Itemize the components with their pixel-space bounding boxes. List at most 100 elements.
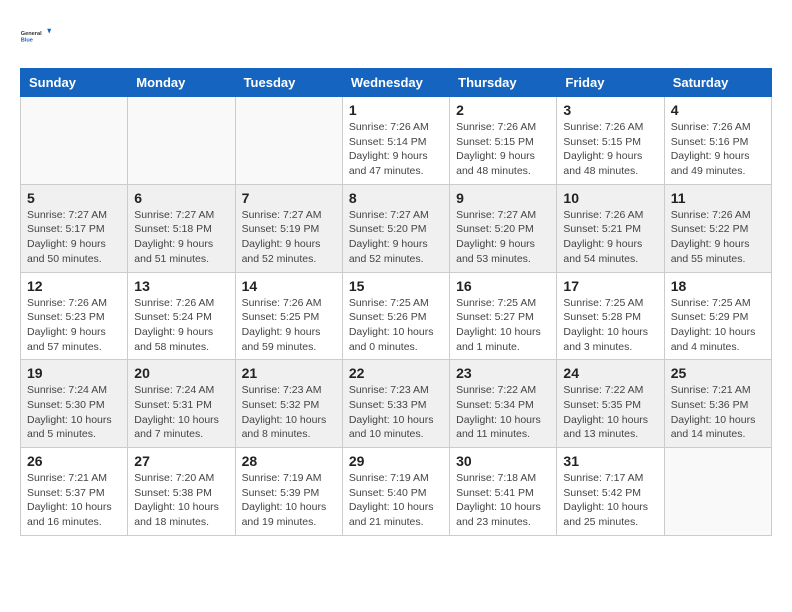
- calendar-cell: [664, 448, 771, 536]
- calendar-cell: 5Sunrise: 7:27 AM Sunset: 5:17 PM Daylig…: [21, 184, 128, 272]
- day-number: 14: [242, 278, 336, 294]
- calendar-week-row: 26 Sunrise: 7:21 AM Sunset: 5:37 PM Dayli…: [21, 448, 772, 536]
- calendar-cell: 20 Sunrise: 7:24 AM Sunset: 5:31 PM Dayli…: [128, 360, 235, 448]
- day-number: 25: [671, 365, 765, 381]
- day-number: 3: [563, 102, 657, 118]
- calendar-cell: 30 Sunrise: 7:18 AM Sunset: 5:41 PM Dayli…: [450, 448, 557, 536]
- day-info: Sunrise: 7:26 AM Sunset: 5:25 PM Dayligh…: [242, 296, 336, 355]
- day-info: Sunrise: 7:24 AM Sunset: 5:30 PM Dayligh…: [27, 383, 121, 442]
- day-info: Sunrise: 7:26 AM Sunset: 5:24 PM Dayligh…: [134, 296, 228, 355]
- calendar-cell: 3 Sunrise: 7:26 AM Sunset: 5:15 PM Daylig…: [557, 97, 664, 185]
- day-number: 23: [456, 365, 550, 381]
- calendar-cell: 16 Sunrise: 7:25 AM Sunset: 5:27 PM Dayli…: [450, 272, 557, 360]
- day-info: Sunrise: 7:26 AM Sunset: 5:16 PM Dayligh…: [671, 120, 765, 179]
- day-number: 24: [563, 365, 657, 381]
- calendar-cell: 4 Sunrise: 7:26 AM Sunset: 5:16 PM Daylig…: [664, 97, 771, 185]
- day-info: Sunrise: 7:19 AM Sunset: 5:39 PM Dayligh…: [242, 471, 336, 530]
- page-header: GeneralBlue: [20, 20, 772, 52]
- calendar-cell: 27 Sunrise: 7:20 AM Sunset: 5:38 PM Dayli…: [128, 448, 235, 536]
- day-number: 18: [671, 278, 765, 294]
- day-info: Sunrise: 7:27 AM Sunset: 5:20 PM Dayligh…: [349, 208, 443, 267]
- day-number: 26: [27, 453, 121, 469]
- day-number: 20: [134, 365, 228, 381]
- calendar-cell: 2 Sunrise: 7:26 AM Sunset: 5:15 PM Daylig…: [450, 97, 557, 185]
- column-header-thursday: Thursday: [450, 69, 557, 97]
- day-info: Sunrise: 7:27 AM Sunset: 5:18 PM Dayligh…: [134, 208, 228, 267]
- day-number: 2: [456, 102, 550, 118]
- calendar-cell: 25Sunrise: 7:21 AM Sunset: 5:36 PM Dayli…: [664, 360, 771, 448]
- calendar-cell: 9 Sunrise: 7:27 AM Sunset: 5:20 PM Daylig…: [450, 184, 557, 272]
- day-info: Sunrise: 7:21 AM Sunset: 5:37 PM Dayligh…: [27, 471, 121, 530]
- calendar-cell: 14 Sunrise: 7:26 AM Sunset: 5:25 PM Dayli…: [235, 272, 342, 360]
- day-number: 19: [27, 365, 121, 381]
- day-info: Sunrise: 7:18 AM Sunset: 5:41 PM Dayligh…: [456, 471, 550, 530]
- calendar-cell: 24 Sunrise: 7:22 AM Sunset: 5:35 PM Dayli…: [557, 360, 664, 448]
- calendar-cell: 23 Sunrise: 7:22 AM Sunset: 5:34 PM Dayli…: [450, 360, 557, 448]
- day-info: Sunrise: 7:22 AM Sunset: 5:35 PM Dayligh…: [563, 383, 657, 442]
- day-number: 4: [671, 102, 765, 118]
- day-info: Sunrise: 7:25 AM Sunset: 5:29 PM Dayligh…: [671, 296, 765, 355]
- logo-icon: GeneralBlue: [20, 20, 52, 52]
- day-info: Sunrise: 7:26 AM Sunset: 5:21 PM Dayligh…: [563, 208, 657, 267]
- calendar-cell: 11 Sunrise: 7:26 AM Sunset: 5:22 PM Dayli…: [664, 184, 771, 272]
- day-info: Sunrise: 7:19 AM Sunset: 5:40 PM Dayligh…: [349, 471, 443, 530]
- svg-text:General: General: [21, 31, 42, 37]
- column-header-monday: Monday: [128, 69, 235, 97]
- calendar-cell: [128, 97, 235, 185]
- column-header-saturday: Saturday: [664, 69, 771, 97]
- day-info: Sunrise: 7:26 AM Sunset: 5:22 PM Dayligh…: [671, 208, 765, 267]
- day-info: Sunrise: 7:26 AM Sunset: 5:14 PM Dayligh…: [349, 120, 443, 179]
- calendar-cell: 1 Sunrise: 7:26 AM Sunset: 5:14 PM Daylig…: [342, 97, 449, 185]
- day-number: 31: [563, 453, 657, 469]
- calendar-cell: 29 Sunrise: 7:19 AM Sunset: 5:40 PM Dayli…: [342, 448, 449, 536]
- day-number: 16: [456, 278, 550, 294]
- day-number: 28: [242, 453, 336, 469]
- day-number: 30: [456, 453, 550, 469]
- day-info: Sunrise: 7:24 AM Sunset: 5:31 PM Dayligh…: [134, 383, 228, 442]
- day-info: Sunrise: 7:23 AM Sunset: 5:33 PM Dayligh…: [349, 383, 443, 442]
- calendar-cell: [21, 97, 128, 185]
- calendar-cell: 26 Sunrise: 7:21 AM Sunset: 5:37 PM Dayli…: [21, 448, 128, 536]
- day-info: Sunrise: 7:25 AM Sunset: 5:27 PM Dayligh…: [456, 296, 550, 355]
- day-number: 11: [671, 190, 765, 206]
- calendar-week-row: 12Sunrise: 7:26 AM Sunset: 5:23 PM Dayli…: [21, 272, 772, 360]
- day-number: 9: [456, 190, 550, 206]
- day-number: 8: [349, 190, 443, 206]
- day-number: 6: [134, 190, 228, 206]
- day-number: 27: [134, 453, 228, 469]
- calendar-cell: 13 Sunrise: 7:26 AM Sunset: 5:24 PM Dayli…: [128, 272, 235, 360]
- calendar-week-row: 19 Sunrise: 7:24 AM Sunset: 5:30 PM Dayli…: [21, 360, 772, 448]
- calendar-cell: 6 Sunrise: 7:27 AM Sunset: 5:18 PM Daylig…: [128, 184, 235, 272]
- svg-text:Blue: Blue: [21, 38, 33, 44]
- column-header-friday: Friday: [557, 69, 664, 97]
- day-info: Sunrise: 7:23 AM Sunset: 5:32 PM Dayligh…: [242, 383, 336, 442]
- day-number: 22: [349, 365, 443, 381]
- day-info: Sunrise: 7:22 AM Sunset: 5:34 PM Dayligh…: [456, 383, 550, 442]
- day-number: 29: [349, 453, 443, 469]
- day-number: 1: [349, 102, 443, 118]
- day-number: 10: [563, 190, 657, 206]
- day-info: Sunrise: 7:26 AM Sunset: 5:15 PM Dayligh…: [456, 120, 550, 179]
- day-number: 21: [242, 365, 336, 381]
- day-info: Sunrise: 7:26 AM Sunset: 5:15 PM Dayligh…: [563, 120, 657, 179]
- calendar-week-row: 1 Sunrise: 7:26 AM Sunset: 5:14 PM Daylig…: [21, 97, 772, 185]
- day-number: 15: [349, 278, 443, 294]
- day-info: Sunrise: 7:27 AM Sunset: 5:20 PM Dayligh…: [456, 208, 550, 267]
- day-info: Sunrise: 7:26 AM Sunset: 5:23 PM Dayligh…: [27, 296, 121, 355]
- calendar: SundayMondayTuesdayWednesdayThursdayFrid…: [20, 68, 772, 536]
- calendar-header-row: SundayMondayTuesdayWednesdayThursdayFrid…: [21, 69, 772, 97]
- day-number: 7: [242, 190, 336, 206]
- calendar-cell: 19 Sunrise: 7:24 AM Sunset: 5:30 PM Dayli…: [21, 360, 128, 448]
- day-number: 13: [134, 278, 228, 294]
- calendar-cell: 21 Sunrise: 7:23 AM Sunset: 5:32 PM Dayli…: [235, 360, 342, 448]
- day-info: Sunrise: 7:27 AM Sunset: 5:19 PM Dayligh…: [242, 208, 336, 267]
- calendar-cell: 7 Sunrise: 7:27 AM Sunset: 5:19 PM Daylig…: [235, 184, 342, 272]
- calendar-cell: 15 Sunrise: 7:25 AM Sunset: 5:26 PM Dayli…: [342, 272, 449, 360]
- column-header-wednesday: Wednesday: [342, 69, 449, 97]
- calendar-cell: 31Sunrise: 7:17 AM Sunset: 5:42 PM Dayli…: [557, 448, 664, 536]
- column-header-tuesday: Tuesday: [235, 69, 342, 97]
- calendar-cell: 17Sunrise: 7:25 AM Sunset: 5:28 PM Dayli…: [557, 272, 664, 360]
- day-info: Sunrise: 7:25 AM Sunset: 5:26 PM Dayligh…: [349, 296, 443, 355]
- calendar-cell: 18 Sunrise: 7:25 AM Sunset: 5:29 PM Dayli…: [664, 272, 771, 360]
- day-info: Sunrise: 7:20 AM Sunset: 5:38 PM Dayligh…: [134, 471, 228, 530]
